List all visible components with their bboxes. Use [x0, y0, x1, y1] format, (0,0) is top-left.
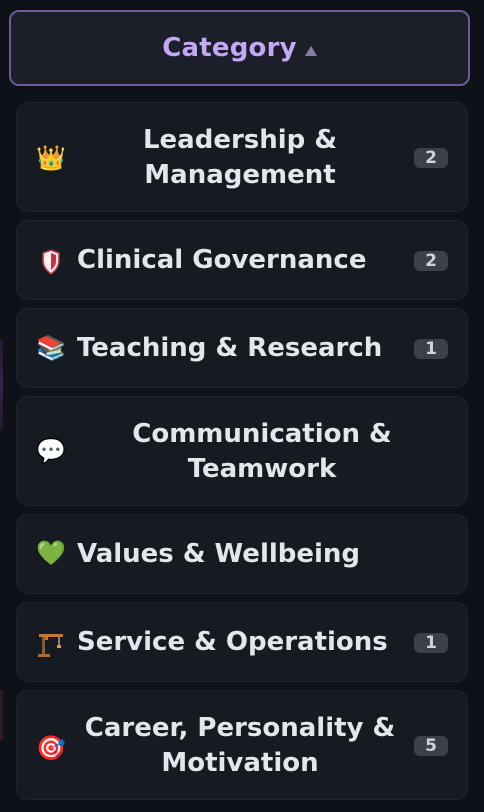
count-badge: 2	[414, 148, 448, 168]
green-heart-icon: 💚	[36, 539, 66, 567]
sort-ascending-icon	[304, 46, 317, 56]
category-item-label: Leadership & Management	[142, 125, 338, 190]
category-item-label: Career, Personality & Motivation	[84, 713, 396, 778]
construction-crane-icon	[36, 628, 66, 658]
count-badge: 5	[414, 736, 448, 756]
count-badge: 1	[414, 633, 448, 653]
category-item-label: Service & Operations	[77, 627, 388, 657]
category-item-service-operations[interactable]: Service & Operations 1	[16, 602, 468, 682]
count-badge: 1	[414, 339, 448, 359]
category-item-label: Communication & Teamwork	[132, 419, 392, 484]
edge-decoration	[0, 690, 3, 740]
crown-icon: 👑	[36, 144, 66, 172]
category-sort-header[interactable]: Category	[9, 10, 470, 86]
books-icon: 📚	[36, 334, 66, 362]
target-icon: 🎯	[36, 734, 66, 762]
category-item-label: Clinical Governance	[77, 245, 367, 275]
category-item-leadership-management[interactable]: 👑 Leadership & Management 2	[16, 102, 468, 212]
shield-icon	[36, 246, 66, 276]
category-item-label: Teaching & Research	[77, 333, 383, 363]
category-item-career-personality-motivation[interactable]: 🎯 Career, Personality & Motivation 5	[16, 690, 468, 800]
category-item-communication-teamwork[interactable]: 💬 Communication & Teamwork	[16, 396, 468, 506]
category-item-teaching-research[interactable]: 📚 Teaching & Research 1	[16, 308, 468, 388]
category-filter-panel: Category 👑 Leadership & Management 2 Cli…	[0, 0, 484, 812]
speech-bubble-icon: 💬	[36, 437, 66, 465]
category-item-label: Values & Wellbeing	[77, 539, 361, 569]
count-badge: 2	[414, 251, 448, 271]
edge-decoration	[0, 340, 3, 430]
category-item-values-wellbeing[interactable]: 💚 Values & Wellbeing	[16, 514, 468, 594]
category-header-title: Category	[162, 33, 297, 63]
category-item-clinical-governance[interactable]: Clinical Governance 2	[16, 220, 468, 300]
